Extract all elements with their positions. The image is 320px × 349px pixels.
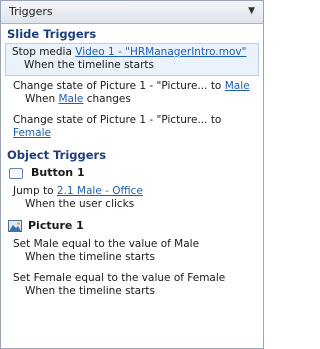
trigger-condition-text: When bbox=[25, 93, 59, 105]
trigger-action: Stop media Video 1 - "HRManagerIntro.mov… bbox=[12, 46, 254, 59]
trigger-state-link[interactable]: Male bbox=[225, 80, 250, 92]
slide-triggers-header: Slide Triggers bbox=[7, 27, 97, 41]
object-trigger-set-female[interactable]: Set Female equal to the value of Female … bbox=[7, 270, 259, 304]
trigger-action: Change state of Picture 1 - "Picture... … bbox=[13, 114, 222, 126]
trigger-state-link[interactable]: Female bbox=[13, 127, 51, 139]
object-button-1[interactable]: Button 1 bbox=[7, 165, 259, 181]
object-trigger-jump[interactable]: Jump to 2.1 Male - Office When the user … bbox=[7, 183, 259, 217]
trigger-condition: When the timeline starts bbox=[25, 251, 155, 263]
trigger-action: Set Male equal to the value of Male bbox=[13, 238, 200, 250]
trigger-target-link[interactable]: Video 1 - "HRManagerIntro.mov" bbox=[75, 46, 246, 58]
triggers-list: Slide Triggers Stop media Video 1 - "HRM… bbox=[5, 25, 259, 304]
trigger-condition: When the timeline starts bbox=[24, 59, 154, 71]
object-name: Picture 1 bbox=[28, 219, 84, 232]
trigger-action-text: Stop media bbox=[12, 46, 76, 58]
trigger-action: Jump to 2.1 Male - Office bbox=[13, 185, 253, 198]
object-triggers-header: Object Triggers bbox=[7, 148, 107, 162]
slide-trigger-change-state-male[interactable]: Change state of Picture 1 - "Picture... … bbox=[7, 78, 259, 112]
slide-trigger-change-state-female[interactable]: Change state of Picture 1 - "Picture... … bbox=[7, 112, 259, 146]
chevron-down-icon[interactable]: ▼ bbox=[248, 6, 255, 16]
trigger-action-cont: Female bbox=[13, 127, 253, 140]
trigger-condition: When Male changes bbox=[13, 93, 253, 106]
trigger-condition: When the user clicks bbox=[25, 198, 135, 210]
trigger-condition-suffix: changes bbox=[83, 93, 131, 105]
trigger-action-text: Jump to bbox=[13, 185, 57, 197]
object-name: Button 1 bbox=[31, 166, 85, 179]
trigger-variable-link[interactable]: Male bbox=[59, 93, 84, 105]
slide-trigger-stop-media[interactable]: Stop media Video 1 - "HRManagerIntro.mov… bbox=[5, 43, 259, 76]
triggers-panel: Triggers ▼ Slide Triggers Stop media Vid… bbox=[0, 0, 264, 349]
object-picture-1[interactable]: Picture 1 bbox=[7, 218, 259, 234]
trigger-target-link[interactable]: 2.1 Male - Office bbox=[57, 185, 143, 197]
panel-header: Triggers ▼ bbox=[1, 1, 263, 24]
object-trigger-set-male[interactable]: Set Male equal to the value of Male When… bbox=[7, 236, 259, 270]
panel-title: Triggers bbox=[9, 5, 53, 18]
picture-icon bbox=[8, 220, 22, 232]
trigger-action-text: Change state of Picture 1 - "Picture... … bbox=[13, 80, 225, 92]
button-icon bbox=[9, 167, 23, 179]
trigger-condition: When the timeline starts bbox=[25, 285, 155, 297]
trigger-action: Set Female equal to the value of Female bbox=[13, 272, 226, 284]
trigger-action: Change state of Picture 1 - "Picture... … bbox=[13, 80, 253, 93]
